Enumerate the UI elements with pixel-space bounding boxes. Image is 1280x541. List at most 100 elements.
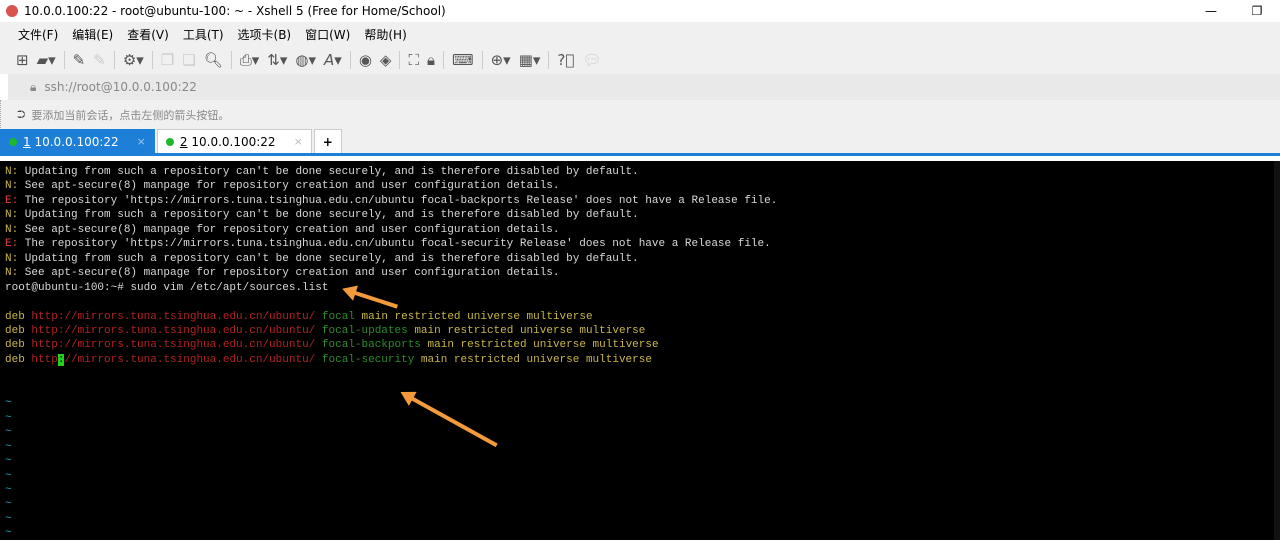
terminal-output[interactable]: N: Updating from such a repository can't… — [0, 161, 1280, 540]
tab-number: 2 — [179, 134, 188, 149]
source-components: main restricted universe multiverse — [420, 353, 652, 366]
message-prefix: N: — [5, 180, 19, 193]
source-components: main restricted universe multiverse — [361, 310, 593, 323]
message-prefix: N: — [5, 267, 19, 280]
layout-icon[interactable]: ▦▾ — [519, 51, 541, 69]
message-text: See apt-secure(8) manpage for repository… — [18, 180, 560, 193]
menu-tabs[interactable]: 选项卡(B) — [238, 26, 292, 43]
source-type: deb — [5, 353, 25, 366]
terminal-line: E: The repository 'https://mirrors.tuna.… — [5, 194, 1280, 208]
tab-session-1[interactable]: 1 10.0.0.100:22 × — [0, 129, 155, 153]
vim-empty-line-marker: ~ — [5, 483, 12, 496]
vim-empty-line-marker: ~ — [5, 411, 12, 424]
menu-window[interactable]: 窗口(W) — [305, 26, 350, 43]
paste-icon[interactable]: ❏ — [182, 51, 195, 69]
message-prefix: E: — [5, 194, 19, 207]
address-text[interactable]: ssh://root@10.0.0.100:22 — [44, 80, 197, 94]
font-icon[interactable]: A▾ — [324, 51, 342, 69]
new-session-icon[interactable]: ⊞ — [16, 51, 29, 69]
tab-label: 10.0.0.100:22 — [34, 134, 119, 149]
tab-number: 1 — [23, 134, 31, 149]
terminal-line: N: See apt-secure(8) manpage for reposit… — [5, 266, 1280, 280]
source-suite: focal-backports — [321, 339, 421, 352]
menu-bar: 文件(F) 编辑(E) 查看(V) 工具(T) 选项卡(B) 窗口(W) 帮助(… — [0, 22, 1280, 46]
connected-status-icon — [165, 137, 174, 146]
xmanager-icon[interactable]: ◈ — [380, 51, 392, 69]
source-url: //mirrors.tuna.tsinghua.edu.cn/ubuntu/ — [64, 353, 316, 366]
terminal-line: N: Updating from such a repository can't… — [5, 165, 1280, 179]
title-bar: 10.0.0.100:22 - root@ubuntu-100: ~ - Xsh… — [0, 0, 1280, 22]
vim-empty-line-marker: ~ — [5, 469, 12, 482]
message-prefix: N: — [5, 223, 19, 236]
source-type: deb — [5, 310, 25, 323]
menu-tools[interactable]: 工具(T) — [183, 26, 224, 43]
address-bar[interactable]: 🔒︎ ssh://root@10.0.0.100:22 — [8, 74, 1280, 100]
message-text: Updating from such a repository can't be… — [18, 252, 639, 265]
close-tab-icon[interactable]: × — [137, 135, 146, 148]
message-prefix: E: — [5, 238, 19, 251]
chat-icon[interactable]: 💬︎ — [582, 51, 601, 69]
open-folder-icon[interactable]: ▰▾ — [37, 51, 56, 69]
minimize-button[interactable]: — — [1188, 0, 1234, 22]
tab-label: 10.0.0.100:22 — [191, 134, 276, 149]
arrow-add-session-icon[interactable]: ⮊ — [17, 108, 25, 122]
help-icon[interactable]: ?⃝ — [557, 51, 574, 69]
lock-icon: 🔒︎ — [30, 79, 37, 94]
hint-text: 要添加当前会话，点击左侧的箭头按钮。 — [31, 109, 230, 122]
new-tab-button[interactable]: + — [313, 129, 342, 153]
source-type: deb — [5, 324, 25, 337]
vim-empty-line-marker: ~ — [5, 397, 12, 410]
vim-empty-line-marker: ~ — [5, 512, 12, 525]
message-text: See apt-secure(8) manpage for repository… — [18, 267, 560, 280]
vim-empty-line-marker: ~ — [5, 498, 12, 511]
disconnect-icon[interactable]: ✎ — [93, 51, 106, 69]
message-prefix: N: — [5, 209, 19, 222]
source-suite: focal — [321, 310, 355, 323]
restore-button[interactable]: ❐ — [1234, 0, 1280, 22]
close-tab-icon[interactable]: × — [294, 135, 303, 148]
keyboard-icon[interactable]: ⌨ — [452, 51, 474, 69]
source-line: deb http://mirrors.tuna.tsinghua.edu.cn/… — [5, 353, 1280, 367]
menu-help[interactable]: 帮助(H) — [364, 26, 406, 43]
copy-icon[interactable]: ❐ — [161, 51, 174, 69]
source-type: deb — [5, 339, 25, 352]
settings-icon[interactable]: ⚙▾ — [123, 51, 144, 69]
source-suite: focal-updates — [321, 324, 408, 337]
terminal-line: N: Updating from such a repository can't… — [5, 252, 1280, 266]
shell-prompt: root@ubuntu-100:~# sudo vim /etc/apt/sou… — [5, 281, 329, 294]
xshell-logo-icon — [6, 5, 18, 17]
source-url: http://mirrors.tuna.tsinghua.edu.cn/ubun… — [31, 324, 316, 337]
terminal-scrollbar[interactable] — [1274, 161, 1280, 540]
source-url: http://mirrors.tuna.tsinghua.edu.cn/ubun… — [31, 310, 316, 323]
terminal-line: N: See apt-secure(8) manpage for reposit… — [5, 223, 1280, 237]
source-line: deb http://mirrors.tuna.tsinghua.edu.cn/… — [5, 310, 1280, 324]
terminal-line: N: Updating from such a repository can't… — [5, 208, 1280, 222]
print-icon[interactable]: ⎙▾ — [240, 51, 260, 69]
vim-empty-line-marker: ~ — [5, 455, 12, 468]
tab-session-2[interactable]: 2 10.0.0.100:22 × — [156, 129, 312, 153]
vim-empty-line-marker: ~ — [5, 426, 12, 439]
xftp-icon[interactable]: ◉ — [359, 51, 372, 69]
lock-icon[interactable]: 🔒︎ — [427, 51, 435, 69]
window-title: 10.0.0.100:22 - root@ubuntu-100: ~ - Xsh… — [24, 4, 446, 18]
toolbar: ⊞ ▰▾ ✎ ✎ ⚙▾ ❐ ❏ 🔍︎ ⎙▾ ⇅▾ ◍▾ A▾ ◉ ◈ ⛶ 🔒︎ … — [0, 46, 1280, 74]
properties-icon[interactable]: ✎ — [73, 51, 86, 69]
message-text: Updating from such a repository can't be… — [18, 209, 639, 222]
tab-bar: 1 10.0.0.100:22 × 2 10.0.0.100:22 × + — [0, 129, 1280, 156]
message-text: The repository 'https://mirrors.tuna.tsi… — [18, 238, 771, 251]
fullscreen-icon[interactable]: ⛶ — [408, 51, 419, 69]
source-url: http — [31, 353, 58, 366]
message-text: See apt-secure(8) manpage for repository… — [18, 223, 560, 236]
source-url: http://mirrors.tuna.tsinghua.edu.cn/ubun… — [31, 339, 316, 352]
menu-view[interactable]: 查看(V) — [127, 26, 169, 43]
add-tab-icon[interactable]: ⊕▾ — [491, 51, 511, 69]
terminal-line: E: The repository 'https://mirrors.tuna.… — [5, 237, 1280, 251]
source-suite: focal-security — [321, 353, 415, 366]
source-components: main restricted universe multiverse — [414, 324, 646, 337]
find-icon[interactable]: 🔍︎ — [204, 51, 223, 69]
connected-status-icon — [9, 137, 17, 146]
globe-icon[interactable]: ◍▾ — [295, 51, 316, 69]
menu-file[interactable]: 文件(F) — [18, 26, 58, 43]
menu-edit[interactable]: 编辑(E) — [72, 26, 113, 43]
transfer-icon[interactable]: ⇅▾ — [267, 51, 287, 69]
